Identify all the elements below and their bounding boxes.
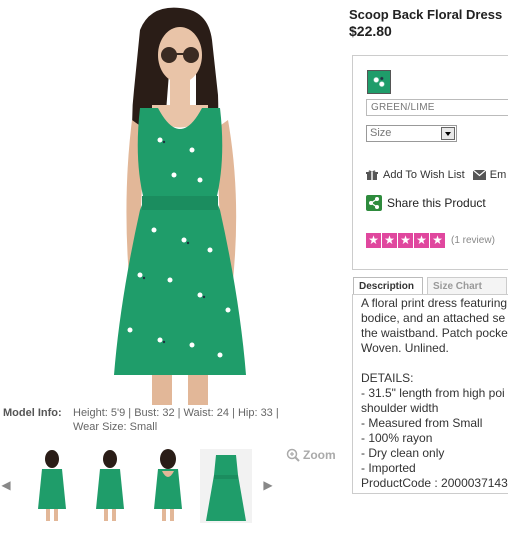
- color-name-field: GREEN/LIME: [366, 99, 508, 116]
- thumbnail-front-view-2[interactable]: [84, 449, 136, 523]
- color-swatch[interactable]: [367, 70, 391, 94]
- thumbnail-front-view[interactable]: [26, 449, 78, 523]
- zoom-label: Zoom: [303, 448, 336, 462]
- star-icon: [430, 232, 445, 248]
- thumbnail-list: [14, 447, 259, 525]
- star-icon: [414, 232, 429, 248]
- gift-icon: [366, 170, 378, 180]
- description-line: DETAILS:: [361, 371, 414, 385]
- description-line: - 31.5" length from high poi: [361, 386, 505, 400]
- chevron-down-icon: [441, 127, 455, 140]
- product-options: GREEN/LIME Size Add To Wish List Em Shar…: [352, 55, 508, 270]
- star-icon: [366, 232, 381, 248]
- thumbnail-back-view[interactable]: [142, 449, 194, 523]
- previous-arrow-icon[interactable]: ◀: [1, 475, 11, 495]
- description-line: - Measured from Small: [361, 416, 483, 430]
- product-price: $22.80: [349, 23, 392, 39]
- zoom-button[interactable]: Zoom: [286, 448, 336, 462]
- description-line: ProductCode : 2000037143: [361, 476, 508, 490]
- description-line: - Imported: [361, 461, 416, 475]
- model-info-text: Height: 5'9 | Bust: 32 | Waist: 24 | Hip…: [73, 407, 279, 433]
- description-line: bodice, and an attached se: [361, 311, 506, 325]
- description-line: Woven. Unlined.: [361, 341, 449, 355]
- star-icon: [382, 232, 397, 248]
- description-line: [361, 356, 508, 371]
- next-arrow-icon[interactable]: ▶: [263, 475, 273, 495]
- thumbnail-flat-view[interactable]: [200, 449, 252, 523]
- add-to-wishlist-link[interactable]: Add To Wish List: [383, 169, 465, 181]
- description-line: the waistband. Patch pocke: [361, 326, 508, 340]
- main-product-image[interactable]: [100, 0, 260, 405]
- description-line: - Dry clean only: [361, 446, 445, 460]
- product-tabs: Description Size Chart: [352, 277, 508, 295]
- model-info-label: Model Info:: [3, 407, 62, 419]
- star-icon: [398, 232, 413, 248]
- description-panel: A floral print dress featuring bodice, a…: [352, 294, 508, 494]
- rating-stars[interactable]: (1 review): [366, 232, 495, 248]
- zoom-icon: [286, 448, 300, 462]
- size-select-value: Size: [370, 127, 392, 139]
- wishlist-row: Add To Wish List Em: [366, 169, 506, 181]
- description-line: - 100% rayon: [361, 431, 433, 445]
- size-select[interactable]: Size: [366, 125, 457, 142]
- description-line: shoulder width: [361, 401, 439, 415]
- thumbnail-strip: ◀ ▶: [0, 447, 285, 527]
- share-product-button[interactable]: Share this Product: [366, 195, 486, 211]
- tab-description[interactable]: Description: [353, 277, 423, 295]
- share-label: Share this Product: [387, 196, 486, 210]
- email-link[interactable]: Em: [490, 169, 507, 181]
- tab-size-chart[interactable]: Size Chart: [427, 277, 507, 295]
- description-line: A floral print dress featuring: [361, 296, 508, 310]
- share-icon: [366, 195, 382, 211]
- email-icon: [472, 170, 486, 180]
- review-count-link[interactable]: (1 review): [451, 235, 495, 246]
- product-title: Scoop Back Floral Dress: [349, 7, 503, 22]
